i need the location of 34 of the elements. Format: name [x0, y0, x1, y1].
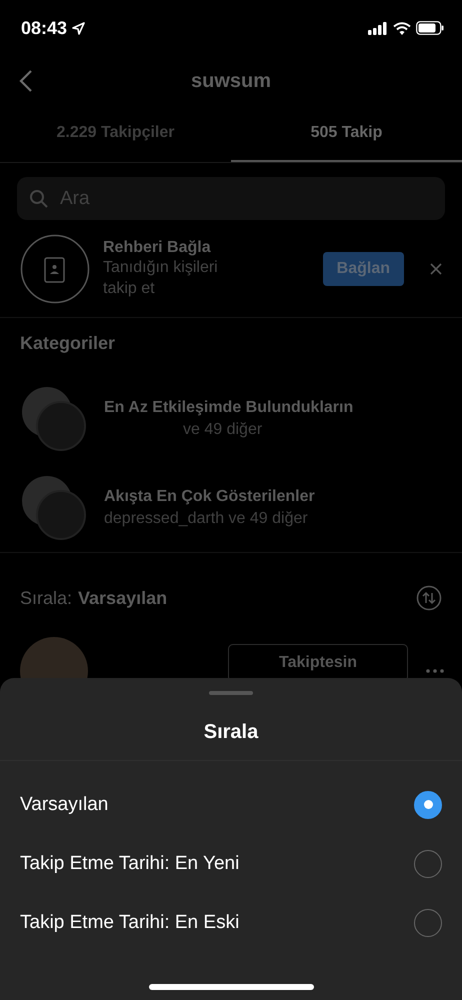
category-subtitle: ve 49 diğer — [182, 420, 264, 438]
avatar-stack-icon — [22, 476, 86, 540]
category-subtitle: depressed_darth ve 49 diğer — [104, 510, 309, 528]
close-icon[interactable] — [430, 263, 442, 275]
radio-button[interactable] — [414, 850, 442, 878]
tab[interactable]: 2.229 Takipçiler — [0, 106, 231, 162]
profile-username: suwsum — [190, 70, 272, 92]
contact-book-icon — [20, 234, 90, 304]
connect-contacts-text: Tanıdığın kişileri takip et — [103, 258, 219, 299]
wifi-icon — [393, 22, 411, 34]
sort-option[interactable]: Varsayılan — [0, 775, 462, 834]
back-icon[interactable] — [19, 69, 33, 93]
categories-heading: Kategoriler — [19, 332, 116, 355]
avatar-stack-icon — [22, 386, 86, 450]
category-title[interactable]: En Az Etkileşimde Bulundukların — [104, 398, 354, 416]
location-arrow-icon — [72, 22, 86, 34]
search-icon — [29, 189, 49, 209]
sheet-handle[interactable] — [209, 691, 253, 695]
status-time: 08:43 — [21, 18, 68, 38]
tab[interactable]: 505 Takip — [231, 106, 462, 162]
connect-button[interactable]: Bağlan — [322, 252, 404, 286]
sort-arrows-icon[interactable] — [416, 585, 442, 611]
connect-contacts-title: Rehberi Bağla — [103, 239, 212, 257]
category-title[interactable]: Akışta En Çok Gösterilenler — [104, 488, 315, 506]
more-icon[interactable] — [426, 669, 444, 673]
radio-button[interactable] — [414, 908, 442, 936]
sort-label: Sırala: — [20, 588, 72, 608]
sort-value: Varsayılan — [78, 588, 168, 608]
sort-option[interactable]: Takip Etme Tarihi: En Eski — [0, 893, 462, 952]
sheet-title: Sırala — [202, 720, 260, 745]
sort-option[interactable]: Takip Etme Tarihi: En Yeni — [0, 834, 462, 893]
signal-icon — [368, 22, 388, 34]
battery-icon — [416, 21, 444, 35]
radio-button[interactable] — [414, 790, 442, 818]
